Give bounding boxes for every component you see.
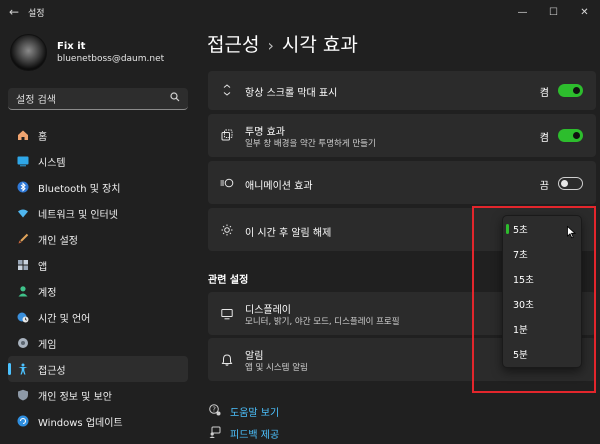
system-icon — [16, 154, 30, 168]
help-icon: ? — [208, 404, 222, 419]
setting-title: 투명 효과 — [245, 127, 285, 138]
sidebar-item-network[interactable]: 네트워크 및 인터넷 — [8, 200, 188, 226]
back-arrow-icon[interactable]: ← — [0, 0, 28, 24]
window-title: 설정 — [28, 8, 45, 19]
account-icon — [16, 284, 30, 298]
scroll-arrows-icon — [220, 83, 234, 97]
update-icon — [16, 414, 30, 428]
setting-subtitle: 앱 및 시스템 알림 — [245, 363, 308, 373]
shield-icon — [16, 388, 30, 402]
page-title: 시각 효과 — [281, 34, 358, 56]
breadcrumb: 접근성 › 시각 효과 — [207, 30, 358, 57]
animation-icon — [220, 176, 234, 190]
sidebar-item-label: 계정 — [38, 287, 57, 299]
setting-subtitle: 모니터, 밝기, 야간 모드, 디스플레이 프로필 — [245, 317, 400, 327]
setting-scrollbars: 항상 스크롤 막대 표시 켬 — [208, 71, 596, 110]
setting-title: 디스플레이 — [245, 305, 291, 316]
sidebar-item-accounts[interactable]: 계정 — [8, 278, 188, 304]
sidebar-item-home[interactable]: 홈 — [8, 122, 188, 148]
brush-icon — [16, 232, 30, 246]
sun-icon — [220, 223, 234, 237]
transparency-icon — [220, 128, 234, 142]
sidebar-item-label: 게임 — [38, 339, 57, 351]
setting-title: 애니메이션 효과 — [245, 181, 313, 192]
apps-icon — [16, 258, 30, 272]
maximize-icon[interactable]: ☐ — [538, 0, 569, 24]
animation-toggle[interactable] — [558, 177, 583, 190]
related-settings-heading: 관련 설정 — [208, 275, 249, 286]
transparency-toggle[interactable] — [558, 129, 583, 142]
setting-animation: 애니메이션 효과 끔 — [208, 161, 596, 204]
bluetooth-icon — [16, 180, 30, 194]
toggle-state: 끔 — [539, 181, 549, 192]
help-link-text[interactable]: 도움말 보기 — [230, 404, 279, 419]
chevron-right-icon: › — [267, 36, 274, 55]
breadcrumb-parent[interactable]: 접근성 — [207, 34, 259, 56]
avatar — [10, 34, 47, 71]
help-link[interactable]: ? 도움말 보기 — [208, 404, 279, 419]
sidebar-nav: 홈 시스템 Bluetooth 및 장치 네트워크 및 인터넷 개인 설정 앱 … — [8, 122, 188, 434]
sidebar-item-label: 앱 — [38, 261, 48, 273]
accessibility-icon — [16, 362, 30, 376]
gamepad-icon — [16, 336, 30, 350]
sidebar-item-label: 시간 및 언어 — [38, 313, 91, 325]
sidebar-item-time-language[interactable]: 시간 및 언어 — [8, 304, 188, 330]
scrollbars-toggle[interactable] — [558, 84, 583, 97]
sidebar-item-label: 개인 정보 및 보안 — [38, 391, 112, 403]
svg-text:?: ? — [212, 406, 216, 414]
bell-icon — [220, 353, 234, 367]
wifi-icon — [16, 206, 30, 220]
search-placeholder: 설정 검색 — [16, 95, 56, 106]
sidebar-item-privacy-security[interactable]: 개인 정보 및 보안 — [8, 382, 188, 408]
home-icon — [16, 128, 30, 142]
setting-subtitle: 일부 창 배경을 약간 투명하게 만들기 — [245, 139, 376, 149]
close-icon[interactable]: ✕ — [569, 0, 600, 24]
feedback-link[interactable]: 피드백 제공 — [208, 426, 279, 441]
highlight-box — [472, 206, 596, 393]
sidebar-item-system[interactable]: 시스템 — [8, 148, 188, 174]
sidebar-item-accessibility[interactable]: 접근성 — [8, 356, 188, 382]
sidebar-item-personalization[interactable]: 개인 설정 — [8, 226, 188, 252]
title-bar: ← 설정 — ☐ ✕ — [0, 0, 600, 24]
toggle-state: 켬 — [539, 133, 549, 144]
search-input[interactable]: 설정 검색 — [8, 88, 188, 110]
feedback-icon — [208, 426, 222, 441]
user-email: bluenetboss@daum.net — [57, 54, 165, 64]
sidebar-item-label: 네트워크 및 인터넷 — [38, 209, 118, 221]
feedback-link-text[interactable]: 피드백 제공 — [230, 426, 279, 441]
sidebar-item-label: 개인 설정 — [38, 235, 78, 247]
sidebar-item-bluetooth[interactable]: Bluetooth 및 장치 — [8, 174, 188, 200]
toggle-state: 켬 — [539, 88, 549, 99]
sidebar-item-label: Windows 업데이트 — [38, 417, 123, 429]
sidebar: Fix it bluenetboss@daum.net 설정 검색 홈 시스템 … — [0, 24, 196, 444]
sidebar-item-label: 홈 — [38, 131, 48, 143]
setting-title: 이 시간 후 알림 해제 — [245, 228, 332, 239]
user-profile[interactable]: Fix it bluenetboss@daum.net — [10, 34, 164, 71]
setting-title: 알림 — [245, 351, 264, 362]
monitor-icon — [220, 307, 234, 321]
setting-title: 항상 스크롤 막대 표시 — [245, 88, 338, 99]
minimize-icon[interactable]: — — [507, 0, 538, 24]
sidebar-item-gaming[interactable]: 게임 — [8, 330, 188, 356]
sidebar-item-windows-update[interactable]: Windows 업데이트 — [8, 408, 188, 434]
mouse-cursor-icon — [567, 225, 577, 242]
window-controls: — ☐ ✕ — [507, 0, 600, 24]
sidebar-item-label: Bluetooth 및 장치 — [38, 183, 121, 195]
sidebar-item-label: 시스템 — [38, 157, 66, 169]
sidebar-item-label: 접근성 — [38, 365, 66, 377]
globe-clock-icon — [16, 310, 30, 324]
setting-transparency: 투명 효과 일부 창 배경을 약간 투명하게 만들기 켬 — [208, 114, 596, 157]
sidebar-item-apps[interactable]: 앱 — [8, 252, 188, 278]
search-icon — [170, 92, 180, 105]
user-name: Fix it — [57, 41, 86, 52]
